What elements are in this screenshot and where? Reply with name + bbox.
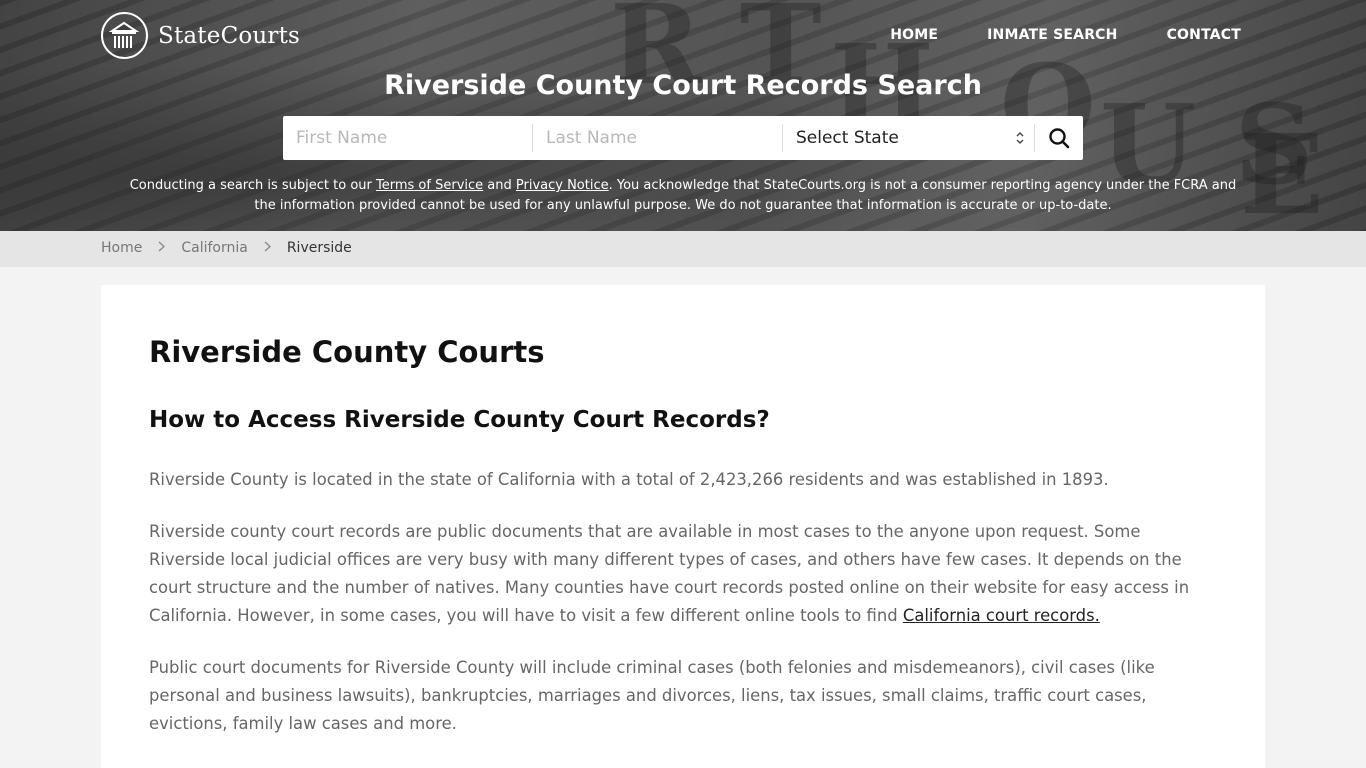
brand-name: StateCourts <box>158 22 301 49</box>
disclaimer-text: Conducting a search is subject to our <box>129 178 377 193</box>
main-nav: HOME INMATE SEARCH CONTACT <box>841 27 1241 43</box>
search-form: Select State <box>283 116 1083 160</box>
section-heading: How to Access Riverside County Court Rec… <box>149 407 770 433</box>
state-select-value: Select State <box>796 128 899 148</box>
privacy-notice-link[interactable]: Privacy Notice <box>516 178 609 193</box>
last-name-input[interactable] <box>546 128 782 148</box>
courthouse-columns-icon <box>101 12 148 59</box>
paragraph-county-info: Riverside County is located in the state… <box>149 470 1109 489</box>
page-title: Riverside County Courts <box>149 335 545 369</box>
disclaimer-text: and <box>483 178 516 193</box>
first-name-input[interactable] <box>296 128 532 148</box>
terms-of-service-link[interactable]: Terms of Service <box>376 178 483 193</box>
nav-inmate-search[interactable]: INMATE SEARCH <box>987 27 1117 43</box>
california-court-records-link[interactable]: California court records. <box>903 606 1100 625</box>
breadcrumb: Home California Riverside <box>101 240 352 256</box>
paragraph-document-types: Public court documents for Riverside Cou… <box>149 658 1155 733</box>
hero-title: Riverside County Court Records Search <box>384 70 982 101</box>
site-logo[interactable]: StateCourts <box>101 12 300 59</box>
select-updown-chevron-icon <box>1016 131 1024 145</box>
magnifier-icon <box>1049 128 1070 149</box>
breadcrumb-bar: Home California Riverside <box>0 231 1366 267</box>
breadcrumb-home[interactable]: Home <box>101 240 142 256</box>
breadcrumb-california[interactable]: California <box>181 240 247 256</box>
last-name-field-wrapper <box>533 116 782 160</box>
breadcrumb-current: Riverside <box>286 240 352 256</box>
search-button[interactable] <box>1035 116 1083 160</box>
chevron-right-icon <box>158 241 166 256</box>
background-letter-decoration: E <box>1240 110 1324 231</box>
content-card: Riverside County Courts How to Access Ri… <box>101 285 1265 768</box>
chevron-right-icon <box>264 241 271 256</box>
search-disclaimer: Conducting a search is subject to our Te… <box>120 176 1246 216</box>
first-name-field-wrapper <box>283 116 532 160</box>
nav-home[interactable]: HOME <box>890 27 938 43</box>
state-select[interactable]: Select State <box>783 116 1034 160</box>
nav-contact[interactable]: CONTACT <box>1167 27 1241 43</box>
paragraph-records-access: Riverside county court records are publi… <box>149 518 1217 630</box>
hero-banner: R T H O U S E StateCourts HOME INMATE SE… <box>0 0 1366 231</box>
